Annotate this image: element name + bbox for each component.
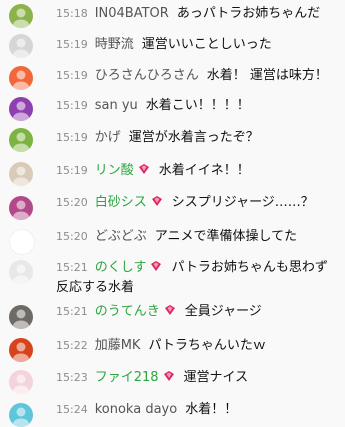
author-name[interactable]: 白砂シス — [95, 195, 147, 210]
avatar[interactable] — [9, 338, 33, 362]
message-text: 全員ジャージ — [185, 304, 262, 319]
member-badge-icon — [162, 369, 176, 383]
message-text: 運営いいことしいった — [142, 37, 272, 52]
timestamp: 15:18 — [56, 7, 88, 20]
message-body: 15:24 konoka dayo 水着！！ — [56, 400, 340, 420]
member-badge-icon — [163, 303, 177, 317]
member-badge-icon — [150, 194, 164, 208]
message-text: 水着イイネ！！ — [159, 163, 250, 178]
message-body: 15:19 時野流運営いいことしいった — [56, 35, 340, 55]
author-name[interactable]: どぶどぶ — [95, 229, 147, 244]
chat-list: 15:18 IN04BATOR あっパトラお姉ちゃんだ 15:19 時野流運営いいことし… — [0, 0, 345, 424]
message-text: 運営が水着言ったぞ？ — [129, 130, 259, 145]
message-text: あっパトラお姉ちゃんだ — [177, 6, 320, 21]
message-body: 15:19 san yu 水着こい！！！！ — [56, 96, 340, 116]
message-body: 15:19 ひろさんひろさん水着！ 運営は味方！ — [56, 66, 340, 86]
message-body: 15:23 ファイ218 運営ナイス — [56, 368, 340, 388]
message-body: 15:20 どぶどぶアニメで準備体操してた — [56, 227, 340, 247]
author-name[interactable]: san yu — [95, 98, 138, 113]
message-body: 15:21のくしすパトラお姉ちゃんも思わず反応する水着 — [56, 258, 340, 298]
timestamp: 15:19 — [56, 164, 88, 177]
avatar[interactable] — [9, 34, 33, 58]
message-body: 15:19 リン酸 水着イイネ！！ — [56, 161, 340, 181]
message-text: アニメで準備体操してた — [155, 229, 297, 244]
avatar[interactable] — [9, 97, 33, 121]
avatar[interactable] — [9, 4, 33, 28]
message-body: 15:22 加藤MK パトラちゃんいたｗ — [56, 336, 340, 356]
avatar[interactable] — [9, 403, 33, 427]
avatar[interactable] — [9, 66, 33, 90]
avatar[interactable] — [9, 196, 33, 220]
message-text: 水着！！ — [185, 402, 237, 417]
timestamp: 15:20 — [56, 196, 88, 209]
message-body: 15:18 IN04BATOR あっパトラお姉ちゃんだ — [56, 4, 340, 24]
author-name[interactable]: ひろさんひろさん — [95, 68, 199, 83]
avatar[interactable] — [9, 260, 33, 284]
timestamp: 15:24 — [56, 403, 88, 416]
avatar[interactable] — [9, 162, 33, 186]
message-text: シスプリジャージ……？ — [172, 195, 314, 210]
timestamp: 15:23 — [56, 371, 88, 384]
avatar[interactable] — [9, 305, 33, 329]
author-name[interactable]: かげ — [95, 130, 121, 145]
author-name[interactable]: リン酸 — [95, 163, 134, 178]
message-text: 運営ナイス — [184, 370, 249, 385]
timestamp: 15:21 — [56, 305, 88, 318]
message-body: 15:20 白砂シス シスプリジャージ……？ — [56, 193, 340, 213]
author-name[interactable]: 時野流 — [95, 37, 134, 52]
timestamp: 15:21 — [56, 261, 88, 274]
timestamp: 15:19 — [56, 69, 88, 82]
author-name[interactable]: のうてんき — [95, 304, 160, 319]
timestamp: 15:19 — [56, 131, 88, 144]
avatar[interactable] — [9, 128, 33, 152]
author-name[interactable]: ファイ218 — [95, 370, 159, 385]
message-text: パトラちゃんいたｗ — [148, 338, 265, 353]
member-badge-icon — [137, 162, 151, 176]
timestamp: 15:19 — [56, 38, 88, 51]
message-body: 15:21 のうてんき 全員ジャージ — [56, 302, 340, 322]
message-body: 15:19 かげ運営が水着言ったぞ？ — [56, 128, 340, 148]
avatar[interactable] — [9, 229, 35, 255]
message-text: 水着こい！！！！ — [146, 98, 250, 113]
author-name[interactable]: のくしす — [95, 260, 147, 275]
author-name[interactable]: IN04BATOR — [95, 6, 169, 21]
timestamp: 15:22 — [56, 339, 88, 352]
message-text: 水着！ 運営は味方！ — [207, 68, 328, 83]
author-name[interactable]: konoka dayo — [95, 402, 177, 417]
author-name[interactable]: 加藤MK — [95, 338, 141, 353]
member-badge-icon — [149, 259, 163, 273]
timestamp: 15:19 — [56, 99, 88, 112]
timestamp: 15:20 — [56, 230, 88, 243]
avatar[interactable] — [9, 370, 33, 394]
